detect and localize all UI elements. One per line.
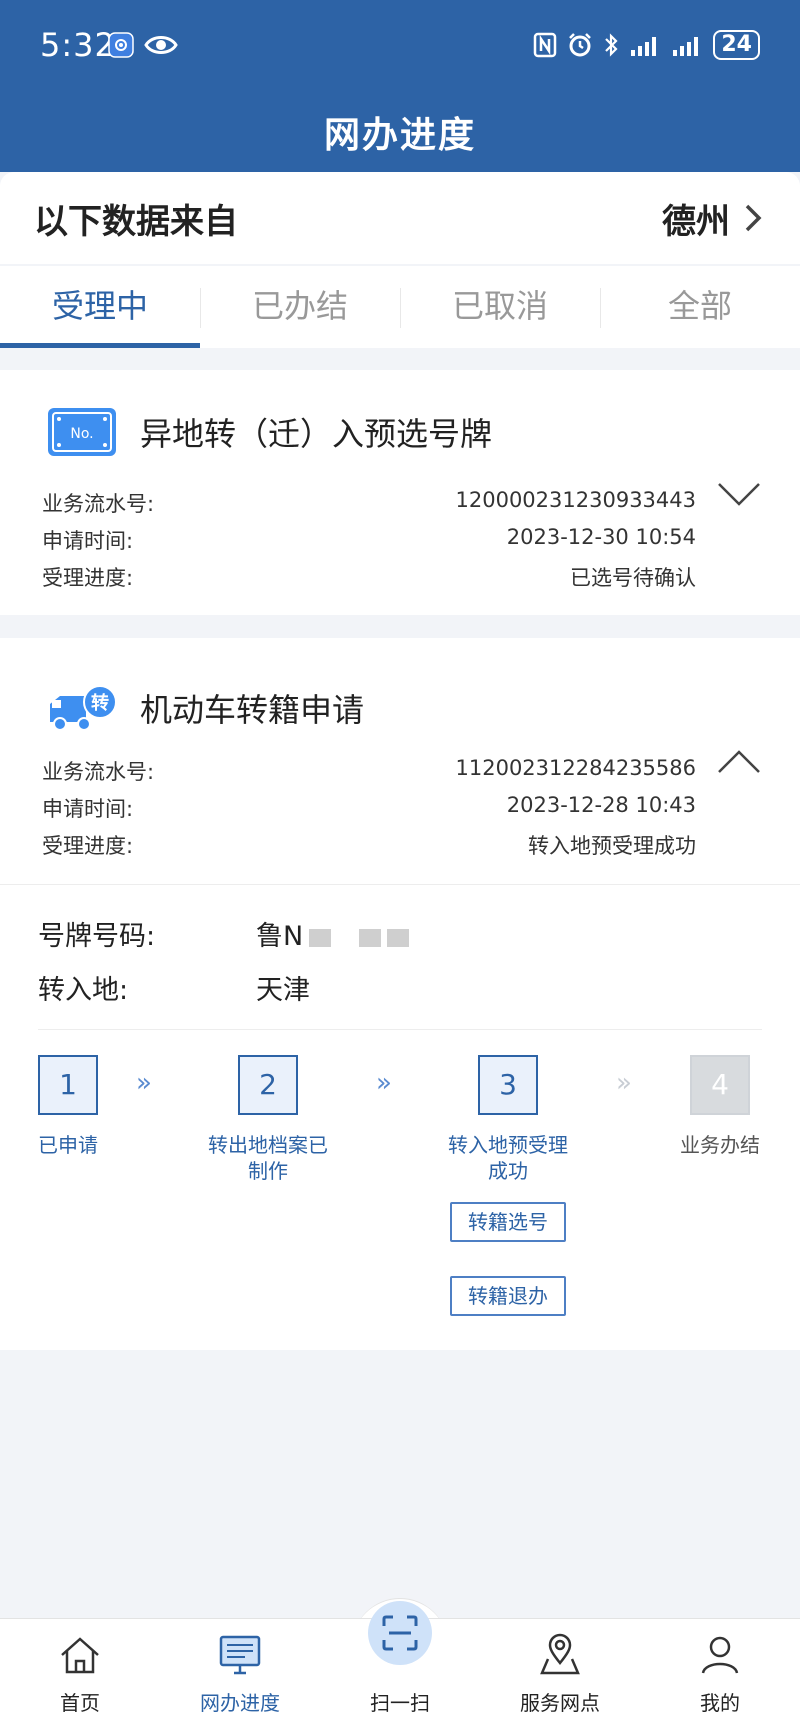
chevron-right-icon[interactable] — [738, 200, 768, 236]
redaction-mask — [309, 928, 332, 947]
monitor-icon — [219, 1635, 261, 1675]
serial-number-value: 120000231230933443 — [455, 488, 697, 512]
apply-time-row: 申请时间: 2023-12-28 10:43 — [42, 793, 696, 829]
card-header: 转 机动车转籍申请 — [46, 682, 364, 734]
apply-time-label: 申请时间: — [42, 797, 134, 821]
tab-all[interactable]: 全部 — [600, 266, 800, 348]
nav-online-progress-label: 网办进度 — [200, 1691, 280, 1715]
page-title: 网办进度 — [323, 115, 476, 156]
detail-divider — [38, 1029, 762, 1030]
redaction-mask — [387, 928, 410, 947]
app-notification-icon — [108, 32, 134, 58]
app-header: 5:32 24 网办进度 — [0, 0, 800, 172]
progress-value: 转入地预受理成功 — [528, 834, 696, 858]
nav-scan-label: 扫一扫 — [370, 1691, 430, 1715]
card-header: No. 异地转（迁）入预选号牌 — [46, 406, 492, 458]
chevron-down-icon[interactable] — [716, 480, 762, 508]
serial-number-value: 112002312284235586 — [455, 756, 697, 780]
serial-number-row: 业务流水号: 120000231230933443 — [42, 488, 696, 524]
card-title: 异地转（迁）入预选号牌 — [140, 415, 493, 453]
tab-cancelled[interactable]: 已取消 — [400, 266, 600, 348]
application-card[interactable]: 转 机动车转籍申请 业务流水号: 112002312284235586 申请时间… — [0, 638, 800, 1350]
scan-button[interactable] — [368, 1601, 432, 1665]
chevron-up-icon[interactable] — [716, 748, 762, 776]
status-icons-right: 24 — [533, 30, 760, 60]
status-time: 5:32 — [40, 26, 116, 64]
eye-icon — [144, 36, 178, 54]
step-1-box: 1 — [38, 1055, 98, 1115]
step-2-label: 转出地档案已 制作 — [208, 1133, 328, 1183]
plate-number-row: 号牌号码: 鲁N — [38, 914, 410, 953]
tab-divider — [400, 288, 401, 328]
status-bar: 5:32 24 — [0, 0, 800, 90]
step-arrow-icon: » — [616, 1068, 632, 1098]
progress-label: 受理进度: — [42, 566, 134, 590]
card-divider — [0, 884, 800, 885]
tab-divider — [600, 288, 601, 328]
step-arrow-icon: » — [376, 1068, 392, 1098]
card-title: 机动车转籍申请 — [140, 691, 365, 729]
apply-time-value: 2023-12-30 10:54 — [506, 525, 696, 549]
transfer-withdraw-button[interactable]: 转籍退办 — [450, 1276, 566, 1316]
step-3-label: 转入地预受理 成功 — [448, 1133, 568, 1183]
data-source-city[interactable]: 德州 — [662, 194, 730, 243]
step-arrow-icon: » — [136, 1068, 152, 1098]
data-source-label: 以下数据来自 — [34, 202, 238, 242]
plate-number-text: 鲁N — [256, 921, 304, 952]
truck-transfer-icon: 转 — [50, 685, 117, 731]
redaction-mask — [359, 928, 382, 947]
user-icon — [701, 1636, 739, 1674]
step-2-box: 2 — [238, 1055, 298, 1115]
home-icon — [61, 1637, 99, 1674]
apply-time-row: 申请时间: 2023-12-30 10:54 — [42, 525, 696, 561]
nav-home-label: 首页 — [60, 1691, 100, 1715]
alarm-icon — [569, 33, 592, 57]
license-plate-icon: No. — [48, 408, 116, 456]
bluetooth-icon — [605, 33, 618, 57]
apply-time-value: 2023-12-28 10:43 — [506, 793, 696, 817]
data-source-bar[interactable]: 以下数据来自 德州 — [0, 172, 800, 264]
apply-time-label: 申请时间: — [42, 529, 134, 553]
tab-accepting[interactable]: 受理中 — [0, 266, 200, 348]
status-tabs: 受理中 已办结 已取消 全部 — [0, 266, 800, 348]
battery-indicator: 24 — [713, 30, 760, 60]
signal-icon-2 — [673, 37, 699, 56]
progress-row: 受理进度: 已选号待确认 — [42, 562, 696, 598]
tab-divider — [200, 288, 201, 328]
plate-number-label: 号牌号码: — [38, 921, 156, 952]
map-pin-icon — [540, 1633, 580, 1675]
destination-value: 天津 — [256, 975, 310, 1006]
serial-number-row: 业务流水号: 112002312284235586 — [42, 756, 696, 792]
status-icons-left — [108, 32, 178, 58]
progress-label: 受理进度: — [42, 834, 134, 858]
tab-completed[interactable]: 已办结 — [200, 266, 400, 348]
scan-icon — [382, 1615, 418, 1651]
destination-label: 转入地: — [38, 975, 129, 1006]
nav-mine-label: 我的 — [700, 1691, 740, 1715]
step-4-box: 4 — [690, 1055, 750, 1115]
destination-row: 转入地: 天津 — [38, 968, 310, 1007]
nav-service-points-label: 服务网点 — [520, 1691, 600, 1715]
step-4-label: 业务办结 — [680, 1133, 760, 1157]
serial-number-label: 业务流水号: — [42, 492, 155, 516]
transfer-select-number-button[interactable]: 转籍选号 — [450, 1202, 566, 1242]
serial-number-label: 业务流水号: — [42, 760, 155, 784]
nfc-icon — [534, 32, 557, 58]
license-plate-icon-text: No. — [70, 426, 93, 442]
signal-icon — [631, 37, 657, 56]
plate-number-value: 鲁N — [256, 914, 410, 953]
truck-transfer-icon-text: 转 — [91, 692, 109, 714]
application-card[interactable]: No. 异地转（迁）入预选号牌 业务流水号: 12000023123093344… — [0, 370, 800, 615]
progress-row: 受理进度: 转入地预受理成功 — [42, 830, 696, 866]
step-1-label: 已申请 — [38, 1133, 98, 1157]
step-3-box: 3 — [478, 1055, 538, 1115]
progress-value: 已选号待确认 — [570, 566, 696, 590]
